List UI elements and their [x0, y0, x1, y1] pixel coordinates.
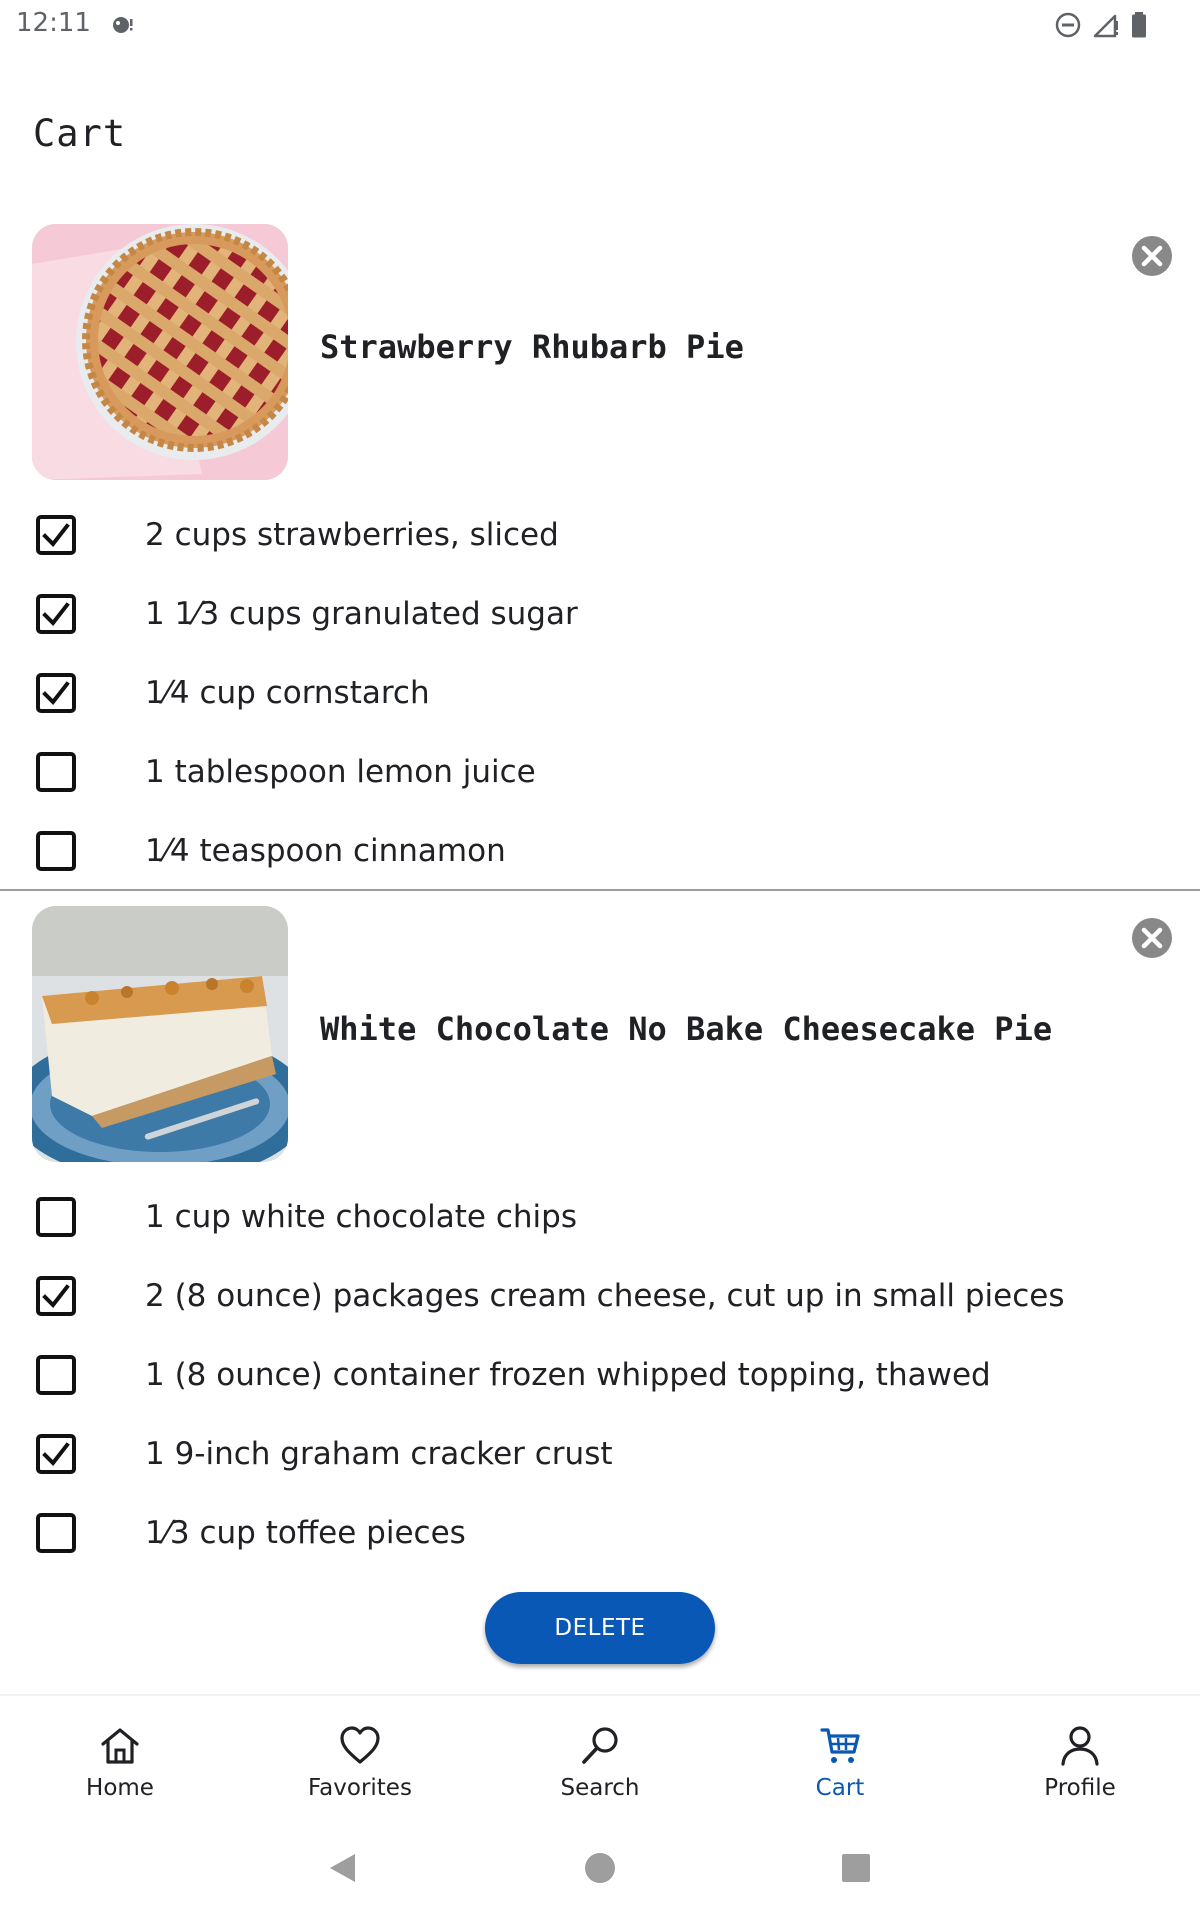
home-circle-icon[interactable]: [580, 1848, 620, 1888]
remove-recipe-icon[interactable]: [1131, 235, 1173, 277]
ingredient-text: 1 cup white chocolate chips: [145, 1198, 577, 1235]
nav-label-favorites: Favorites: [308, 1775, 412, 1801]
heart-icon: [340, 1726, 380, 1764]
cart-icon: [820, 1728, 860, 1763]
checkbox-unchecked[interactable]: [36, 830, 76, 871]
nav-label-home: Home: [86, 1775, 154, 1801]
ingredient-row[interactable]: 1⁄3 cup toffee pieces: [0, 1493, 1200, 1572]
ingredient-row[interactable]: 1 (8 ounce) container frozen whipped top…: [0, 1335, 1200, 1414]
ingredient-row[interactable]: 2 cups strawberries, sliced: [0, 495, 1200, 574]
ingredient-row[interactable]: 1 1⁄3 cups granulated sugar: [0, 574, 1200, 653]
recents-icon[interactable]: [836, 1848, 876, 1888]
nav-label-search: Search: [560, 1775, 640, 1801]
nav-item-search[interactable]: Search: [500, 1724, 700, 1814]
search-icon: [582, 1727, 618, 1764]
ingredient-text: 1 9-inch graham cracker crust: [145, 1435, 613, 1472]
ingredient-row[interactable]: 1⁄4 cup cornstarch: [0, 653, 1200, 732]
checkbox-unchecked[interactable]: [36, 1196, 76, 1237]
checkbox-unchecked[interactable]: [36, 1512, 76, 1553]
checkbox-unchecked[interactable]: [36, 1354, 76, 1395]
recipe-title: Strawberry Rhubarb Pie: [320, 328, 744, 366]
checkbox-checked[interactable]: [36, 1433, 76, 1474]
remove-recipe-icon[interactable]: [1131, 917, 1173, 959]
checkbox-checked[interactable]: [36, 1275, 76, 1316]
delete-button[interactable]: DELETE: [485, 1592, 715, 1664]
divider: [0, 889, 1200, 891]
battery-icon: [1132, 12, 1146, 38]
recipe-thumbnail[interactable]: [32, 224, 288, 480]
ingredient-text: 1⁄4 teaspoon cinnamon: [145, 832, 506, 869]
ingredient-text: 1 tablespoon lemon juice: [145, 753, 536, 790]
notification-icon: [113, 17, 133, 33]
status-bar: 12:11: [0, 0, 1200, 52]
profile-icon: [1061, 1726, 1099, 1766]
nav-item-favorites[interactable]: Favorites: [260, 1724, 460, 1814]
checkbox-unchecked[interactable]: [36, 751, 76, 792]
system-navigation: [0, 1824, 1200, 1920]
checkbox-checked[interactable]: [36, 672, 76, 713]
ingredient-text: 1 1⁄3 cups granulated sugar: [145, 595, 578, 632]
ingredient-row[interactable]: 1 tablespoon lemon juice: [0, 732, 1200, 811]
ingredient-row[interactable]: 1 9-inch graham cracker crust: [0, 1414, 1200, 1493]
signal-icon: [1093, 14, 1118, 38]
home-icon: [101, 1728, 139, 1764]
status-icons: [1054, 10, 1148, 40]
ingredient-row[interactable]: 1⁄4 teaspoon cinnamon: [0, 811, 1200, 890]
nav-item-cart[interactable]: Cart: [740, 1724, 940, 1814]
ingredient-text: 1⁄4 cup cornstarch: [145, 674, 430, 711]
ingredient-text: 2 cups strawberries, sliced: [145, 516, 559, 553]
ingredient-text: 1⁄3 cup toffee pieces: [145, 1514, 466, 1551]
bottom-navigation: Home Favorites Search Cart Profile: [0, 1694, 1200, 1826]
nav-label-profile: Profile: [1044, 1775, 1116, 1801]
recipe-card-header: Strawberry Rhubarb Pie: [0, 224, 1200, 480]
checkbox-checked[interactable]: [36, 593, 76, 634]
ingredient-row[interactable]: 1 cup white chocolate chips: [0, 1177, 1200, 1256]
nav-item-home[interactable]: Home: [20, 1724, 220, 1814]
page-title: Cart: [33, 112, 127, 155]
ingredient-text: 1 (8 ounce) container frozen whipped top…: [145, 1356, 991, 1393]
ingredient-text: 2 (8 ounce) packages cream cheese, cut u…: [145, 1277, 1065, 1314]
recipe-card-header: White Chocolate No Bake Cheesecake Pie: [0, 906, 1200, 1162]
status-time: 12:11: [16, 8, 91, 38]
nav-label-cart: Cart: [815, 1775, 865, 1801]
recipe-thumbnail[interactable]: [32, 906, 288, 1162]
back-icon[interactable]: [322, 1848, 362, 1888]
do-not-disturb-icon: [1055, 12, 1081, 38]
strawberry-rhubarb-pie-image: [32, 224, 288, 480]
checkbox-checked[interactable]: [36, 514, 76, 555]
nav-item-profile[interactable]: Profile: [980, 1724, 1180, 1814]
recipe-title: White Chocolate No Bake Cheesecake Pie: [320, 1010, 1053, 1048]
ingredient-row[interactable]: 2 (8 ounce) packages cream cheese, cut u…: [0, 1256, 1200, 1335]
white-chocolate-cheesecake-pie-image: [32, 906, 288, 1162]
